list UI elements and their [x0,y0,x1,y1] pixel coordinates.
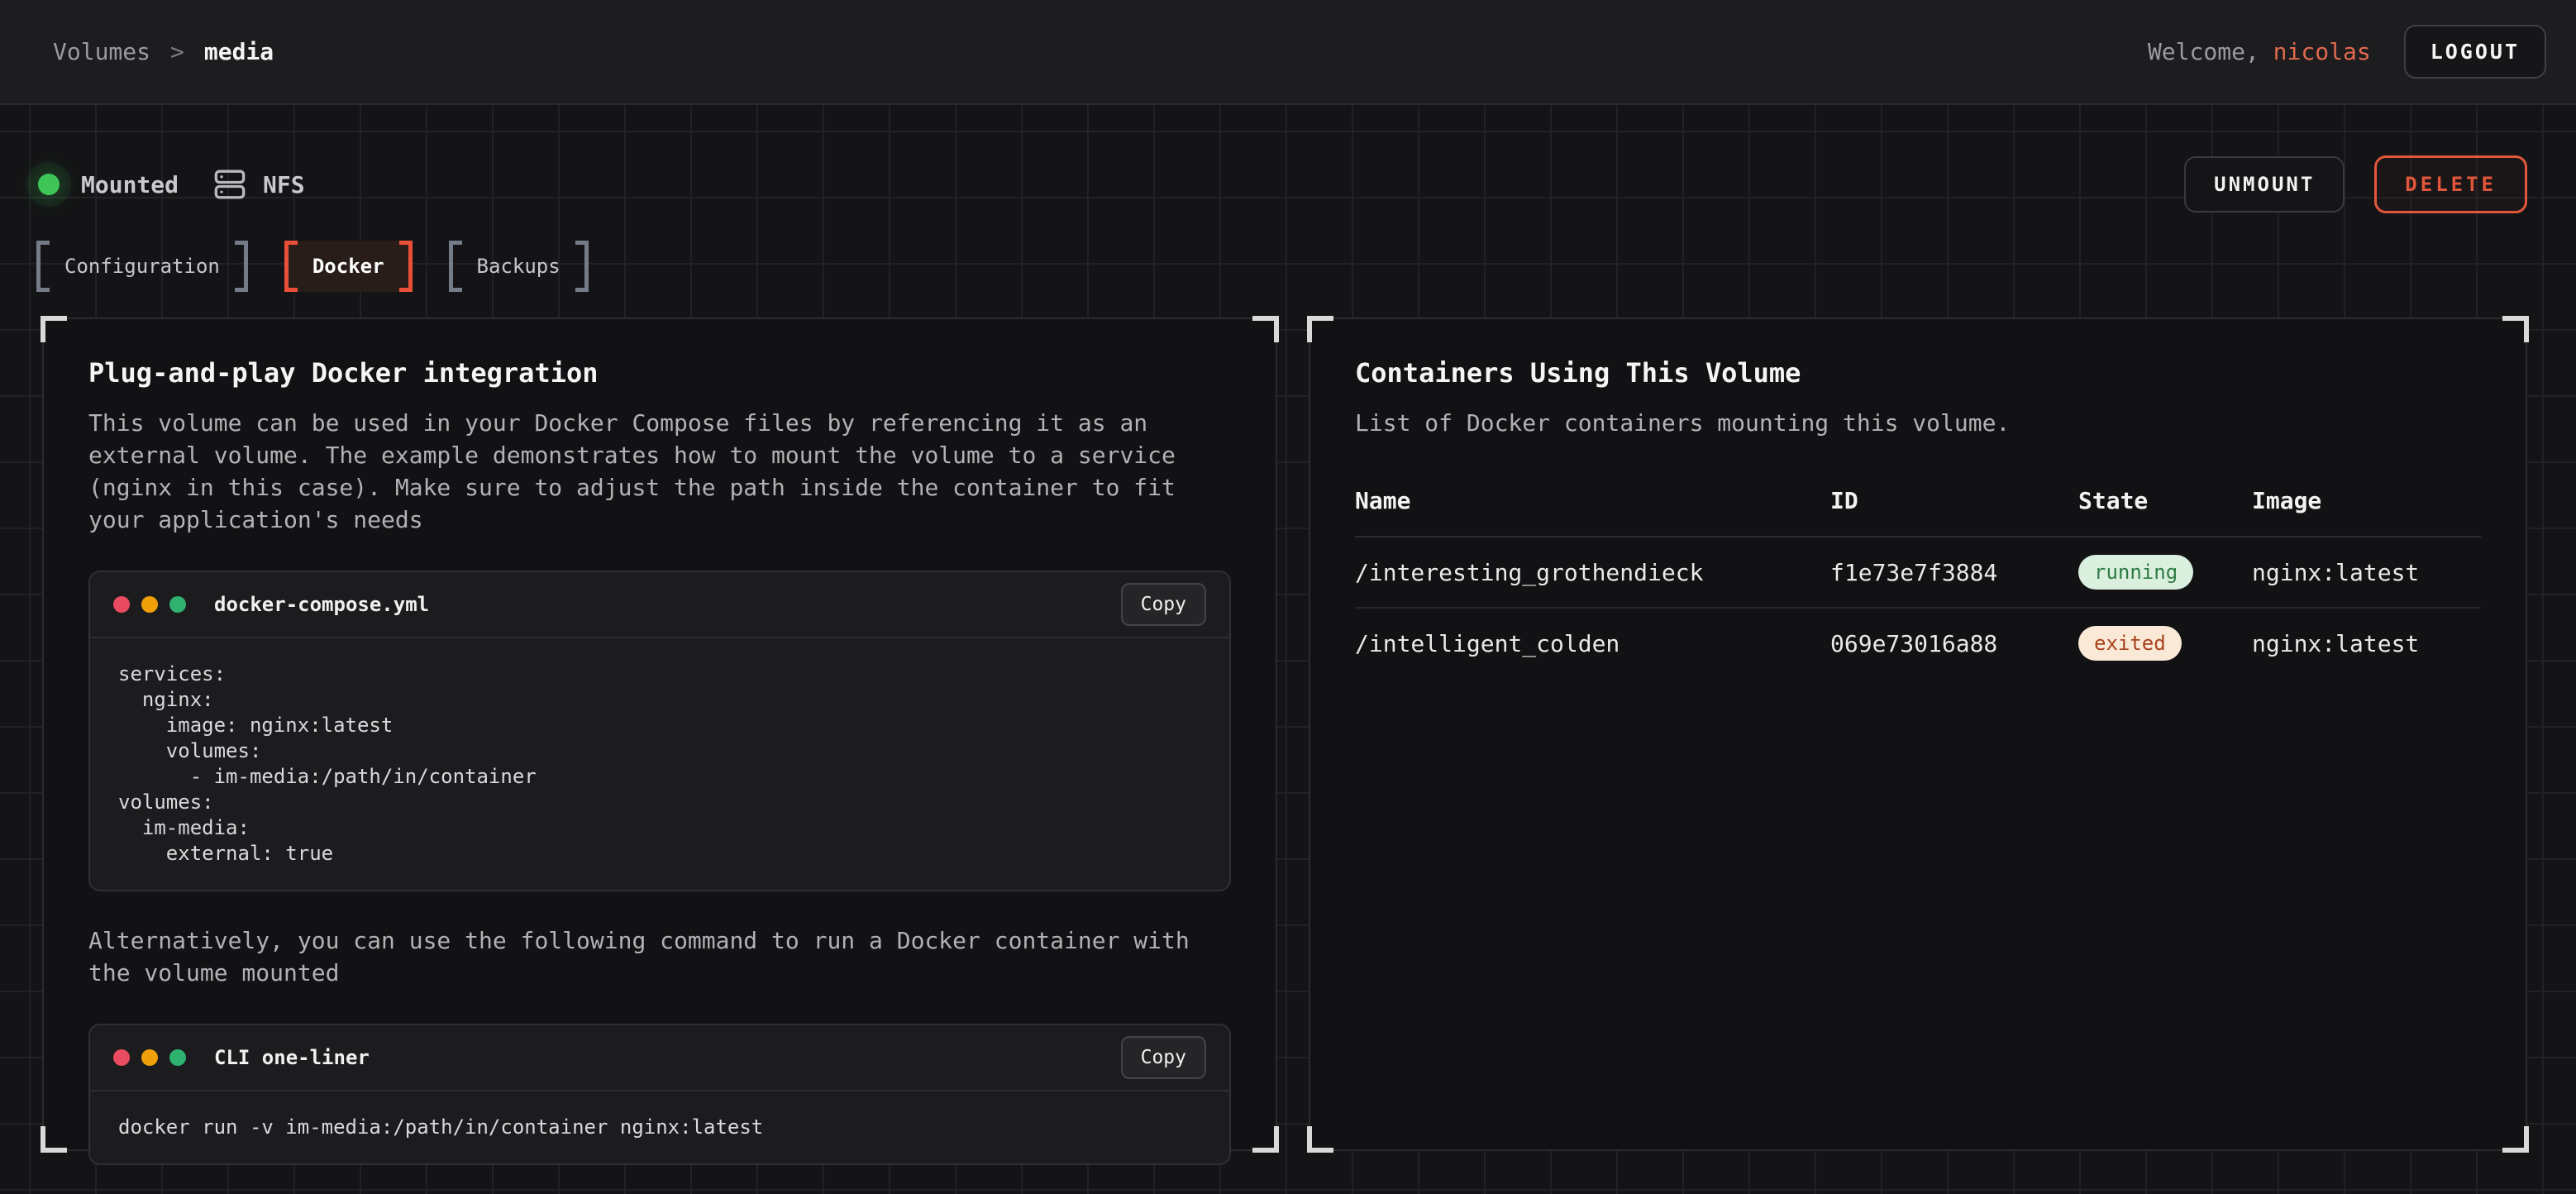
container-id: f1e73e7f3884 [1830,559,2078,586]
green-dot-icon [169,596,186,613]
red-dot-icon [113,596,130,613]
panel-corner-icon [1252,316,1279,342]
cli-code-content: docker run -v im-media:/path/in/containe… [90,1091,1229,1163]
compose-filename: docker-compose.yml [214,593,1121,616]
server-icon [213,168,246,201]
container-image: nginx:latest [2252,559,2481,586]
container-state: exited [2078,626,2252,661]
mount-status-label: Mounted [81,171,179,198]
welcome-prefix: Welcome, [2148,38,2273,65]
cli-code-header: CLI one-liner Copy [90,1025,1229,1091]
bracket-left-icon [284,241,298,292]
tab-docker[interactable]: Docker [284,241,413,292]
panel-corner-icon [2502,316,2529,342]
tab-backups[interactable]: Backups [449,241,589,292]
username: nicolas [2273,38,2371,65]
panel-corner-icon [2502,1126,2529,1153]
panel-corner-icon [1307,1126,1333,1153]
green-dot-icon [169,1049,186,1066]
status-badge: running [2078,555,2193,590]
delete-button[interactable]: DELETE [2374,155,2527,213]
cli-intro-text: Alternatively, you can use the following… [88,924,1205,989]
table-row: /interesting_grothendieck f1e73e7f3884 r… [1355,537,2481,609]
cli-title: CLI one-liner [214,1046,1121,1069]
container-state: running [2078,555,2252,590]
compose-code-header: docker-compose.yml Copy [90,572,1229,638]
panel-corner-icon [1252,1126,1279,1153]
driver-label: NFS [263,171,305,198]
column-header-state: State [2078,487,2252,514]
panel-corner-icon [41,316,67,342]
tab-configuration[interactable]: Configuration [36,241,248,292]
tab-backups-label: Backups [477,255,561,278]
container-image: nginx:latest [2252,630,2481,657]
column-header-name: Name [1355,487,1830,514]
cli-copy-button[interactable]: Copy [1121,1036,1206,1079]
column-header-id: ID [1830,487,2078,514]
unmount-button[interactable]: UNMOUNT [2184,156,2345,213]
table-row: /intelligent_colden 069e73016a88 exited … [1355,609,2481,678]
breadcrumb-volumes-link[interactable]: Volumes [53,38,150,65]
bracket-right-icon [235,241,248,292]
volume-tabs: Configuration Docker Backups [36,241,589,292]
cli-code-block: CLI one-liner Copy docker run -v im-medi… [88,1024,1231,1165]
volume-toolbar: Mounted NFS UNMOUNT DELETE [38,154,2527,215]
bracket-right-icon [575,241,589,292]
containers-table-header: Name ID State Image [1355,487,2481,537]
container-name: /intelligent_colden [1355,630,1830,657]
tab-configuration-label: Configuration [64,255,220,278]
compose-code-block: docker-compose.yml Copy services: nginx:… [88,571,1231,891]
amber-dot-icon [141,1049,158,1066]
volume-actions: UNMOUNT DELETE [2184,155,2527,213]
docker-integration-panel: Plug-and-play Docker integration This vo… [42,318,1277,1151]
containers-panel: Containers Using This Volume List of Doc… [1309,318,2527,1151]
logout-button[interactable]: LOGOUT [2404,25,2546,79]
bracket-right-icon [399,241,413,292]
breadcrumb-separator-icon: > [170,38,184,65]
traffic-light-dots [113,596,186,613]
panel-corner-icon [1307,316,1333,342]
docker-panel-description: This volume can be used in your Docker C… [88,407,1205,536]
breadcrumb: Volumes > media [53,38,274,65]
bracket-left-icon [449,241,462,292]
tab-docker-label: Docker [312,255,384,278]
panel-corner-icon [41,1126,67,1153]
user-area: Welcome, nicolas LOGOUT [2148,25,2546,79]
docker-panel-title: Plug-and-play Docker integration [88,357,1231,389]
containers-panel-subtitle: List of Docker containers mounting this … [1355,407,2471,439]
containers-panel-title: Containers Using This Volume [1355,357,2481,389]
mounted-status-dot-icon [38,174,60,195]
bracket-left-icon [36,241,50,292]
red-dot-icon [113,1049,130,1066]
compose-code-content: services: nginx: image: nginx:latest vol… [90,638,1229,890]
status-badge: exited [2078,626,2182,661]
welcome-text: Welcome, nicolas [2148,38,2371,65]
amber-dot-icon [141,596,158,613]
volume-status-group: Mounted NFS [38,168,305,201]
compose-copy-button[interactable]: Copy [1121,583,1206,626]
traffic-light-dots [113,1049,186,1066]
container-name: /interesting_grothendieck [1355,559,1830,586]
column-header-image: Image [2252,487,2481,514]
containers-table: Name ID State Image /interesting_grothen… [1355,487,2481,678]
container-id: 069e73016a88 [1830,630,2078,657]
top-bar: Volumes > media Welcome, nicolas LOGOUT [0,0,2576,105]
breadcrumb-current-volume: media [204,38,274,65]
